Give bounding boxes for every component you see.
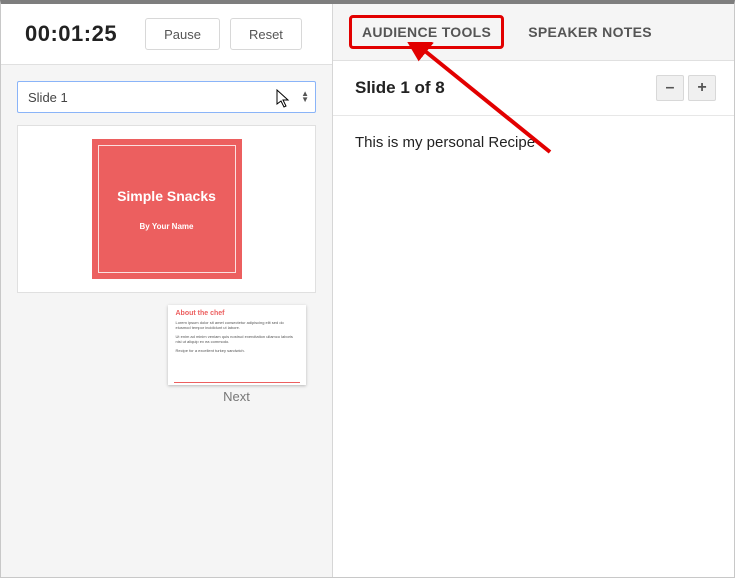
presenter-view: 00:01:25 Pause Reset Slide 1 ▲▼ Simple S… xyxy=(0,0,735,578)
speaker-notes-content: This is my personal Recipe xyxy=(333,116,734,169)
current-slide-preview: Simple Snacks By Your Name xyxy=(17,125,316,293)
next-slide-heading: About the chef xyxy=(176,311,298,316)
left-panel: 00:01:25 Pause Reset Slide 1 ▲▼ Simple S… xyxy=(1,4,333,577)
slide-title: Simple Snacks xyxy=(117,188,216,204)
timer-bar: 00:01:25 Pause Reset xyxy=(1,4,332,65)
tabs-bar: AUDIENCE TOOLS SPEAKER NOTES xyxy=(333,4,734,61)
tab-audience-tools[interactable]: AUDIENCE TOOLS xyxy=(349,15,504,49)
slide-selector-dropdown[interactable]: Slide 1 ▲▼ xyxy=(17,81,316,113)
next-slide-text1: Lorem ipsum dolor sit amet consectetur a… xyxy=(176,320,298,330)
slide-selector-label: Slide 1 xyxy=(28,90,68,105)
next-label: Next xyxy=(223,389,250,404)
tab-speaker-notes[interactable]: SPEAKER NOTES xyxy=(528,18,652,46)
reset-button[interactable]: Reset xyxy=(230,18,302,50)
slide-subtitle: By Your Name xyxy=(140,222,194,231)
stepper-icon: ▲▼ xyxy=(301,91,309,103)
next-slide-thumbnail[interactable]: About the chef Lorem ipsum dolor sit ame… xyxy=(168,305,306,404)
left-body: Slide 1 ▲▼ Simple Snacks By Your Name Ab… xyxy=(1,65,332,577)
next-slide-text2: Ut enim ad minim veniam quis nostrud exe… xyxy=(176,334,298,344)
slide-card: Simple Snacks By Your Name xyxy=(92,139,242,279)
zoom-out-button[interactable]: – xyxy=(656,75,684,101)
timer-display: 00:01:25 xyxy=(25,21,117,47)
zoom-in-button[interactable]: + xyxy=(688,75,716,101)
next-slide-text3: Recipe for a excellent turkey sandwich. xyxy=(176,348,298,353)
next-slide-card: About the chef Lorem ipsum dolor sit ame… xyxy=(168,305,306,385)
notes-header: Slide 1 of 8 – + xyxy=(333,61,734,116)
pause-button[interactable]: Pause xyxy=(145,18,220,50)
slide-counter: Slide 1 of 8 xyxy=(355,78,445,98)
right-panel: AUDIENCE TOOLS SPEAKER NOTES Slide 1 of … xyxy=(333,4,734,577)
zoom-controls: – + xyxy=(656,75,716,101)
